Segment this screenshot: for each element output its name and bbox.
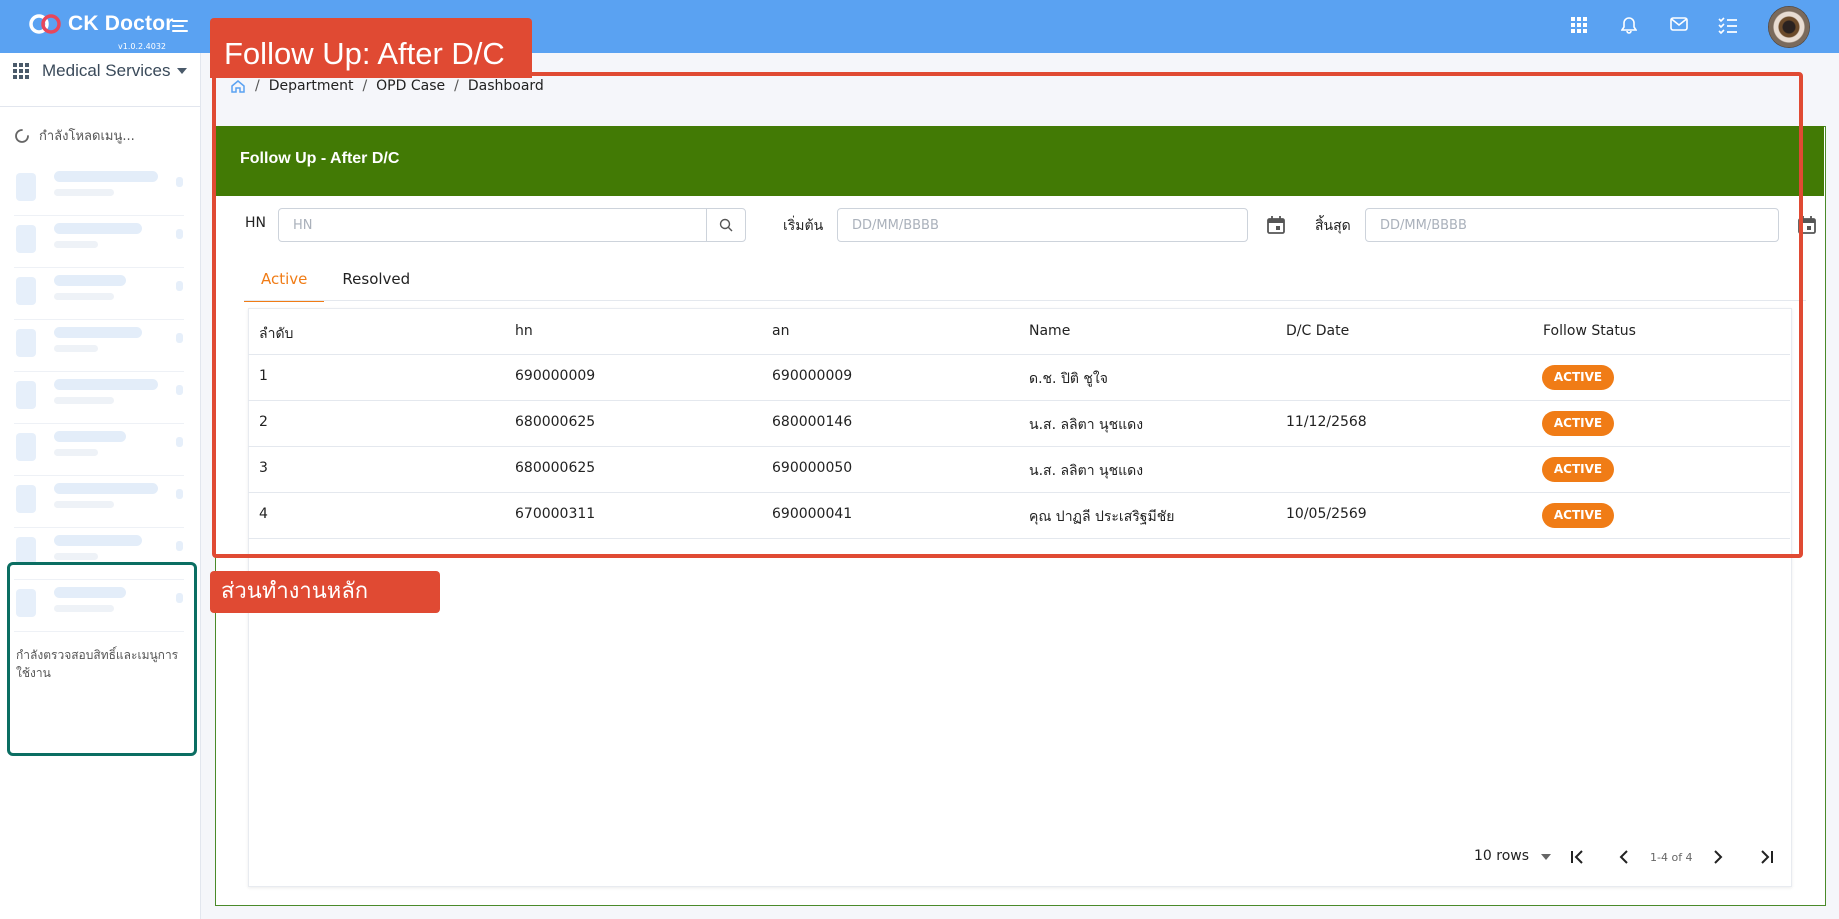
notification-bell-icon[interactable]	[1620, 16, 1638, 38]
next-page-icon[interactable]	[1712, 850, 1724, 868]
menu-skeleton-item	[14, 475, 184, 528]
menu-skeleton-item	[14, 267, 184, 320]
menu-skeleton-item	[14, 423, 184, 476]
loading-text: กำลังโหลดเมนู...	[39, 129, 135, 144]
service-switcher[interactable]: Medical Services	[12, 61, 187, 81]
user-avatar[interactable]	[1768, 6, 1810, 48]
first-page-icon[interactable]	[1570, 850, 1586, 868]
app-version: v1.0.2.4032	[118, 42, 166, 51]
grid-menu-icon	[13, 63, 29, 79]
menu-skeleton-item	[14, 215, 184, 268]
rows-per-page-select[interactable]: 10 rows	[1474, 848, 1552, 864]
previous-page-icon[interactable]	[1618, 850, 1630, 868]
last-page-icon[interactable]	[1758, 850, 1774, 868]
app-logo[interactable]: CK Doctor	[28, 12, 174, 36]
menu-loading: กำลังโหลดเมนู...	[14, 125, 135, 146]
menu-skeleton-item	[14, 319, 184, 372]
permission-check-text: กำลังตรวจสอบสิทธิ์และเมนูการใช้งาน	[16, 648, 179, 680]
apps-grid-icon[interactable]	[1570, 16, 1588, 38]
brand-logo-icon	[29, 14, 61, 34]
service-label: Medical Services	[42, 61, 171, 80]
menu-skeleton-item	[14, 371, 184, 424]
sidebar-divider	[0, 106, 200, 107]
main-area-annotation-box	[212, 72, 1803, 558]
menu-skeleton-item	[14, 163, 184, 216]
annotation-title-tag: Follow Up: After D/C	[210, 18, 532, 78]
main-area-annotation-tag: ส่วนทำงานหลัก	[210, 571, 440, 613]
brand-name: CK Doctor	[68, 12, 174, 35]
loading-spinner-icon	[15, 128, 29, 143]
caret-down-icon	[176, 68, 187, 74]
caret-down-icon	[1541, 854, 1552, 860]
menu-toggle-icon[interactable]	[172, 18, 190, 38]
page-range: 1-4 of 4	[1650, 851, 1693, 864]
rows-per-page-value: 10 rows	[1474, 848, 1530, 864]
mail-icon[interactable]	[1670, 16, 1688, 36]
task-checklist-icon[interactable]	[1718, 16, 1738, 38]
